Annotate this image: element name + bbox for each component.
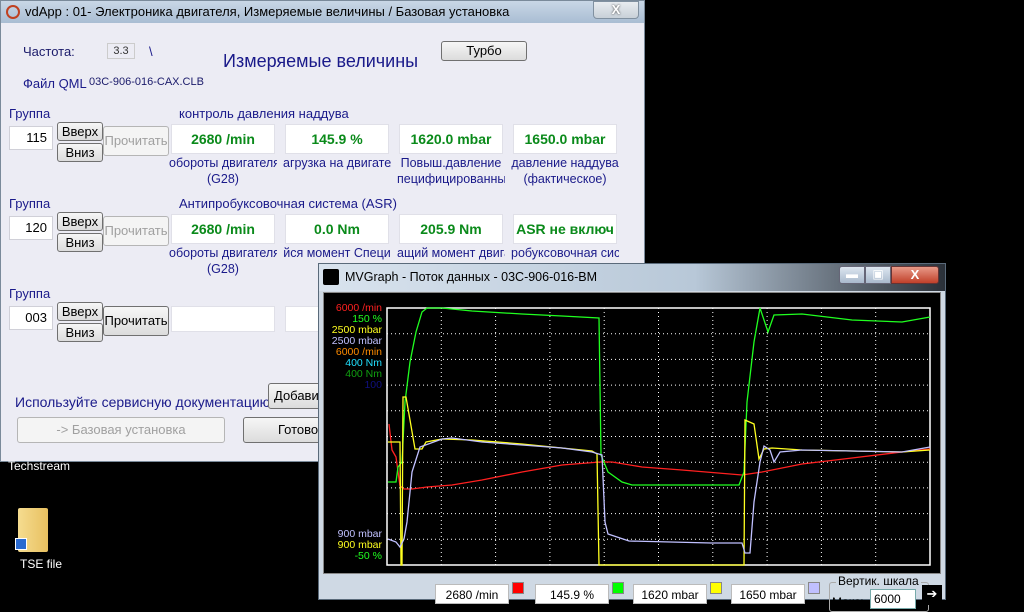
turbo-button[interactable]: Турбо	[441, 41, 527, 61]
freq-value: 3.3	[107, 43, 135, 59]
group-read-button[interactable]: Прочитать	[103, 306, 169, 336]
value-caption: обороты двигателя	[169, 246, 277, 260]
group-up-button[interactable]: Вверх	[57, 122, 103, 141]
group-label: Группа	[9, 196, 51, 211]
group-number-input[interactable]: 115	[9, 126, 53, 150]
scale-group-label: Вертик. шкала	[836, 574, 921, 588]
group-down-button[interactable]: Вниз	[57, 323, 103, 342]
close-button[interactable]: X	[593, 1, 639, 19]
group-number-input[interactable]: 120	[9, 216, 53, 240]
measured-value-field: 1650.0 mbar	[513, 124, 617, 154]
app-icon	[6, 5, 20, 19]
maximize-button[interactable]: ▣	[865, 266, 891, 284]
minimize-button[interactable]: ▬	[839, 266, 865, 284]
group-read-button[interactable]: Прочитать	[103, 126, 169, 156]
mvgraph-icon	[323, 269, 339, 285]
main-title: vdApp : 01- Электроника двигателя, Измер…	[25, 4, 510, 19]
measured-value-field: 1620.0 mbar	[399, 124, 503, 154]
plot-area	[386, 307, 931, 566]
measured-value-field	[171, 306, 275, 332]
series-color-swatch[interactable]	[710, 582, 722, 594]
measured-value-field: 2680 /min	[171, 124, 275, 154]
next-arrow-button[interactable]: ➔	[922, 585, 942, 605]
main-titlebar: vdApp : 01- Электроника двигателя, Измер…	[1, 1, 644, 23]
freq-label: Частота:	[23, 44, 75, 59]
value-caption: Повыш.давление	[400, 156, 502, 170]
value-caption: ащий момент двига	[397, 246, 505, 260]
vertical-scale-group: Вертик. шкала Макс: 6000	[829, 574, 929, 612]
graph-canvas: 6000 /min 150 % 2500 mbar 2500 mbar 6000 /mi…	[323, 292, 941, 574]
shortcut-arrow-icon	[15, 538, 27, 550]
group-number-input[interactable]: 003	[9, 306, 53, 330]
graph-title: MVGraph - Поток данных - 03C-906-016-BM	[345, 270, 598, 284]
group-down-button[interactable]: Вниз	[57, 143, 103, 162]
measured-value-field: ASR не включ	[513, 214, 617, 244]
measured-value-field: 0.0 Nm	[285, 214, 389, 244]
group-down-button[interactable]: Вниз	[57, 233, 103, 252]
value-caption: давление наддува	[511, 156, 619, 170]
measured-value-field: 145.9 %	[285, 124, 389, 154]
group-label: Группа	[9, 106, 51, 121]
service-note: Используйте сервисную документацию!	[15, 394, 275, 410]
series-color-swatch[interactable]	[512, 582, 524, 594]
readout-value: 145.9 %	[535, 584, 609, 604]
group-label: Группа	[9, 286, 51, 301]
page-heading: Измеряемые величины	[223, 51, 419, 71]
series-color-swatch[interactable]	[808, 582, 820, 594]
group-title: Антипробуксовочная система (ASR)	[179, 196, 397, 211]
group-read-button[interactable]: Прочитать	[103, 216, 169, 246]
basic-setting-button[interactable]: -> Базовая установка	[17, 417, 225, 443]
measured-value-field: 2680 /min	[171, 214, 275, 244]
file-value: 03C-906-016-CAX.CLB	[89, 76, 204, 88]
max-label: Макс:	[832, 595, 864, 609]
value-caption-line2: (фактическое)	[523, 172, 607, 186]
trace-boost-actual	[387, 437, 931, 554]
value-caption-line2: пецифицированны	[397, 172, 505, 186]
group-up-button[interactable]: Вверх	[57, 212, 103, 231]
value-caption: йся момент Специ	[283, 246, 391, 260]
graph-titlebar: MVGraph - Поток данных - 03C-906-016-BM …	[319, 264, 945, 291]
readout-value: 2680 /min	[435, 584, 509, 604]
graph-window: MVGraph - Поток данных - 03C-906-016-BM …	[318, 263, 946, 612]
measured-value-field: 205.9 Nm	[399, 214, 503, 244]
max-input[interactable]: 6000	[870, 589, 916, 609]
value-caption-line2: (G28)	[207, 262, 239, 276]
tse-file-label: TSE file	[20, 557, 63, 571]
value-caption: робуксовочная сис	[511, 246, 619, 260]
trace-engine-speed	[388, 423, 931, 490]
freq-indicator: \	[149, 44, 153, 59]
file-label: Файл QML	[23, 76, 87, 91]
close-button[interactable]: X	[891, 266, 939, 284]
group-up-button[interactable]: Вверх	[57, 302, 103, 321]
tse-file-shortcut[interactable]: TSE file	[10, 505, 63, 575]
value-caption: агрузка на двигател	[283, 156, 391, 170]
readout-value: 1620 mbar	[633, 584, 707, 604]
value-caption: обороты двигателя	[169, 156, 277, 170]
readout-value: 1650 mbar	[731, 584, 805, 604]
techstream-label[interactable]: Techstream	[8, 459, 70, 473]
series-color-swatch[interactable]	[612, 582, 624, 594]
value-caption-line2: (G28)	[207, 172, 239, 186]
group-title: контроль давления наддува	[179, 106, 349, 121]
